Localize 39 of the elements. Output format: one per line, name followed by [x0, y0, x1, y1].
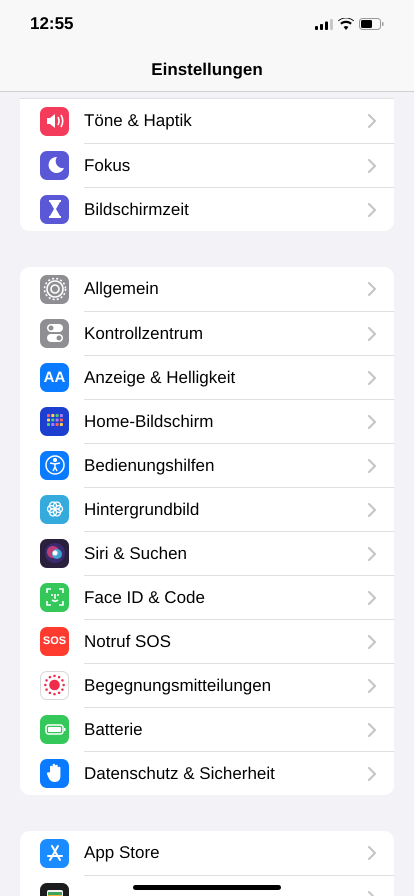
chevron-right-icon — [368, 114, 376, 128]
signal-icon — [315, 18, 333, 30]
wifi-icon — [338, 18, 354, 30]
settings-row[interactable]: Kontrollzentrum — [20, 311, 394, 355]
chevron-right-icon — [368, 546, 376, 560]
chevron-right-icon — [368, 766, 376, 780]
chevron-right-icon — [368, 590, 376, 604]
settings-row[interactable]: Fokus — [20, 143, 394, 187]
settings-row[interactable]: SOS Notruf SOS — [20, 619, 394, 663]
settings-row[interactable]: Hintergrundbild — [20, 487, 394, 531]
chevron-right-icon — [368, 282, 376, 296]
settings-row[interactable]: Töne & Haptik — [20, 99, 394, 143]
settings-row[interactable]: Begegnungsmitteilungen — [20, 663, 394, 707]
settings-row[interactable]: Face ID & Code — [20, 575, 394, 619]
settings-row[interactable]: Siri & Suchen — [20, 531, 394, 575]
chevron-right-icon — [368, 678, 376, 692]
chevron-right-icon — [368, 370, 376, 384]
chevron-right-icon — [368, 846, 376, 860]
chevron-right-icon — [368, 414, 376, 428]
settings-row[interactable]: Datenschutz & Sicherheit — [20, 751, 394, 795]
settings-row[interactable]: Bildschirmzeit — [20, 187, 394, 231]
chevron-right-icon — [368, 634, 376, 648]
chevron-right-icon — [368, 158, 376, 172]
chevron-right-icon — [368, 326, 376, 340]
chevron-right-icon — [368, 202, 376, 216]
settings-row[interactable]: AA Anzeige & Helligkeit — [20, 355, 394, 399]
settings-row[interactable]: Bedienungshilfen — [20, 443, 394, 487]
sos-icon: SOS — [40, 626, 69, 656]
chevron-right-icon — [368, 458, 376, 472]
settings-row[interactable]: Allgemein — [20, 267, 394, 311]
page-title: Einstellungen — [151, 58, 263, 81]
text-size-icon: AA — [40, 362, 69, 392]
chevron-right-icon — [368, 722, 376, 736]
status-time: 12:55 — [30, 13, 74, 36]
battery-status-icon — [359, 18, 384, 30]
chevron-right-icon — [368, 502, 376, 516]
settings-row[interactable]: Home-Bildschirm — [20, 399, 394, 443]
settings-row[interactable]: Batterie — [20, 707, 394, 751]
settings-row[interactable]: App Store — [20, 831, 394, 875]
